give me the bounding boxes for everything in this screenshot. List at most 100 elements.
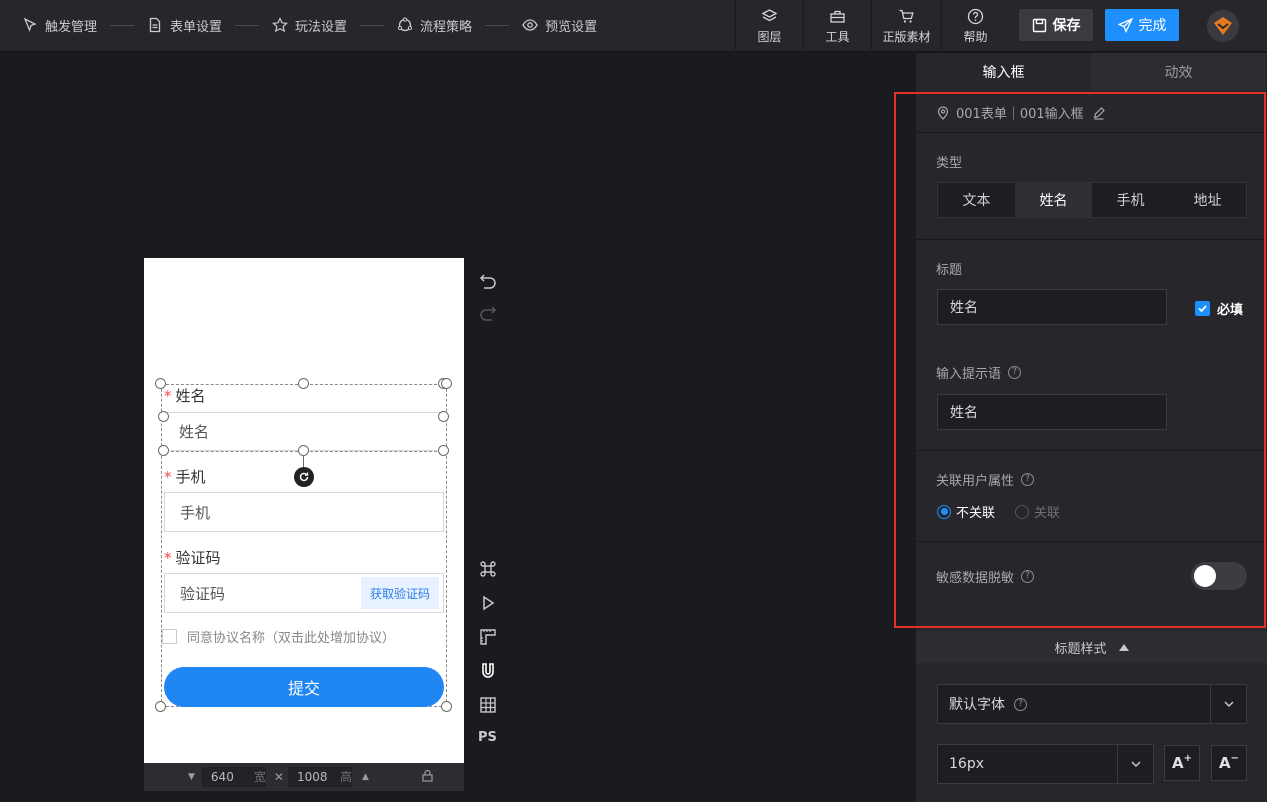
plus-icon: + [1183, 752, 1192, 764]
resize-handle[interactable] [441, 701, 452, 712]
type-option-phone[interactable]: 手机 [1092, 183, 1169, 217]
title-style-header[interactable]: 标题样式 [916, 631, 1267, 663]
document-icon [149, 17, 161, 33]
step-nav: 触发管理 表单设置 玩法设置 流程策略 预览设置 [22, 0, 597, 50]
mask-toggle[interactable] [1191, 562, 1247, 590]
play-button[interactable] [478, 593, 498, 613]
resize-handle[interactable] [441, 378, 452, 389]
redo-icon [480, 306, 497, 321]
font-increase-button[interactable]: A + [1164, 745, 1200, 781]
resize-handle[interactable] [155, 701, 166, 712]
command-icon [480, 561, 496, 577]
grid-button[interactable] [478, 695, 498, 715]
type-option-name[interactable]: 姓名 [1015, 183, 1092, 217]
help-button[interactable]: 帮助 [941, 0, 1009, 52]
toolbar: 图层 工具 正版素材 帮助 [735, 0, 1009, 52]
assets-button[interactable]: 正版素材 [871, 0, 941, 52]
flow-icon [397, 17, 413, 32]
phone-input[interactable]: 手机 [164, 492, 444, 532]
step-separator [485, 24, 510, 26]
divider [916, 541, 1267, 542]
resize-handle[interactable] [155, 378, 166, 389]
layers-icon [761, 8, 778, 21]
tab-animation[interactable]: 动效 [1091, 53, 1266, 90]
step-preview[interactable]: 预览设置 [522, 16, 597, 35]
placeholder-input[interactable]: 姓名 [937, 394, 1167, 430]
required-checkbox[interactable]: 必填 [1195, 299, 1243, 318]
resize-handle[interactable] [298, 378, 309, 389]
radio-no-link[interactable] [937, 504, 951, 519]
chevron-down-icon[interactable] [1117, 745, 1153, 783]
minus-icon: − [1230, 752, 1239, 764]
top-bar: 触发管理 表单设置 玩法设置 流程策略 预览设置 图层 工具 正版素材 帮助 保… [0, 0, 1267, 52]
canvas-width-input[interactable]: 640 宽 [201, 767, 266, 787]
step-flow[interactable]: 流程策略 [397, 16, 472, 35]
edit-icon[interactable] [1092, 106, 1106, 120]
step-form[interactable]: 表单设置 [147, 16, 222, 35]
agreement-checkbox[interactable] [162, 629, 177, 644]
step-separator [360, 24, 385, 26]
title-label: 标题 [936, 263, 963, 278]
divider [916, 239, 1267, 240]
canvas-size-bar: ▼ 640 宽 ✕ 1008 高 ▲ [144, 763, 464, 791]
help-icon [967, 8, 984, 24]
name-label: * 姓名 [164, 387, 206, 405]
question-icon[interactable]: ? [1014, 697, 1027, 711]
step-trigger[interactable]: 触发管理 [22, 16, 97, 35]
agreement-row[interactable]: 同意协议名称（双击此处增加协议） [162, 627, 395, 646]
question-icon[interactable]: ? [1008, 366, 1022, 379]
ruler-icon [480, 629, 496, 645]
location-pin-icon [937, 105, 949, 120]
grid-icon [480, 697, 496, 713]
ps-button[interactable]: PS [478, 730, 497, 745]
font-decrease-button[interactable]: A − [1211, 745, 1247, 781]
resize-handle[interactable] [438, 411, 449, 422]
chevron-down-icon[interactable] [1210, 685, 1246, 723]
resize-handle[interactable] [158, 411, 169, 422]
type-option-address[interactable]: 地址 [1169, 183, 1246, 217]
resize-handle[interactable] [158, 445, 169, 456]
user-attr-label: 关联用户属性 ? [936, 470, 1035, 489]
save-button[interactable]: 保存 [1019, 9, 1093, 41]
cart-icon [899, 9, 914, 23]
canvas-height-input[interactable]: 1008 高 [287, 767, 352, 787]
submit-button[interactable]: 提交 [164, 667, 444, 707]
rotate-handle[interactable] [294, 467, 314, 487]
star-icon [272, 17, 289, 33]
get-code-button[interactable]: 获取验证码 [361, 577, 439, 609]
done-button[interactable]: 完成 [1105, 9, 1179, 41]
step-gameplay[interactable]: 玩法设置 [272, 16, 347, 35]
font-size-select[interactable]: 16px [937, 744, 1154, 784]
resize-handle[interactable] [298, 445, 309, 456]
type-label: 类型 [936, 156, 963, 171]
mask-label: 敏感数据脱敏 ? [936, 567, 1035, 586]
tab-input[interactable]: 输入框 [916, 53, 1091, 90]
cursor-icon [23, 17, 37, 32]
question-icon[interactable]: ? [1021, 473, 1035, 486]
font-family-select[interactable]: 默认字体 ? [937, 684, 1247, 724]
divider [916, 450, 1267, 451]
type-option-text[interactable]: 文本 [938, 183, 1015, 217]
ruler-button[interactable] [478, 627, 498, 647]
question-icon[interactable]: ? [1021, 570, 1035, 583]
tools-button[interactable]: 工具 [803, 0, 871, 52]
step-separator [110, 24, 135, 26]
eye-icon [522, 19, 538, 31]
redo-button[interactable] [478, 302, 498, 322]
send-icon [1117, 17, 1133, 33]
collapse-arrow-icon [1118, 643, 1129, 651]
command-button[interactable] [478, 559, 498, 579]
checkmark-icon [1195, 301, 1210, 316]
undo-button[interactable] [478, 270, 498, 290]
avatar[interactable] [1207, 10, 1239, 42]
magnet-icon [482, 663, 494, 678]
lock-icon[interactable] [421, 769, 434, 785]
title-input[interactable]: 姓名 [937, 289, 1167, 325]
save-icon [1032, 18, 1046, 32]
resize-handle[interactable] [438, 445, 449, 456]
chevron-up-icon[interactable]: ▲ [362, 772, 369, 782]
magnet-button[interactable] [478, 661, 498, 681]
layers-button[interactable]: 图层 [735, 0, 803, 52]
chevron-down-icon[interactable]: ▼ [188, 772, 195, 782]
radio-link[interactable] [1015, 504, 1030, 519]
